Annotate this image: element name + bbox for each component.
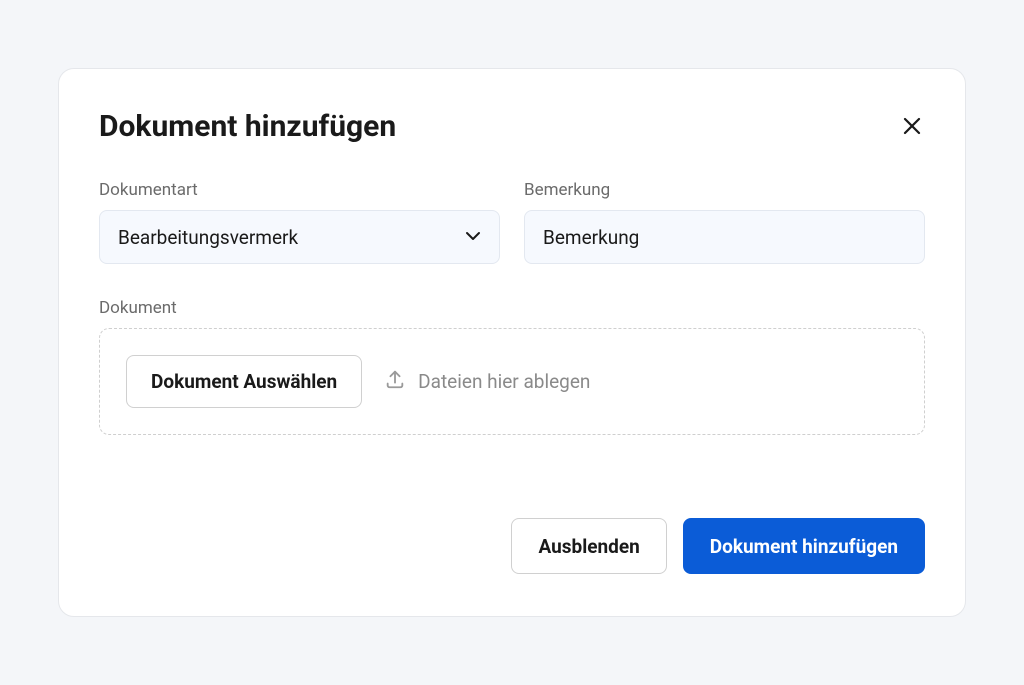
modal-footer: Ausblenden Dokument hinzufügen bbox=[99, 518, 925, 574]
cancel-button[interactable]: Ausblenden bbox=[511, 518, 666, 574]
document-upload-section: Dokument Dokument Auswählen Dateien hier… bbox=[99, 298, 925, 435]
document-type-select[interactable]: Bearbeitungsvermerk bbox=[99, 210, 500, 264]
modal-title: Dokument hinzufügen bbox=[99, 109, 396, 144]
chevron-down-icon bbox=[465, 229, 481, 245]
modal-header: Dokument hinzufügen bbox=[99, 109, 925, 144]
add-document-modal: Dokument hinzufügen Dokumentart Bearbeit… bbox=[58, 68, 966, 617]
document-type-select-wrapper: Bearbeitungsvermerk bbox=[99, 210, 500, 264]
upload-icon bbox=[384, 368, 406, 395]
upload-dropzone[interactable]: Dokument Auswählen Dateien hier ablegen bbox=[99, 328, 925, 435]
submit-button[interactable]: Dokument hinzufügen bbox=[683, 518, 925, 574]
remark-group: Bemerkung bbox=[524, 180, 925, 264]
close-button[interactable] bbox=[899, 111, 925, 143]
document-label: Dokument bbox=[99, 298, 925, 318]
remark-label: Bemerkung bbox=[524, 180, 925, 200]
upload-hint-text: Dateien hier ablegen bbox=[418, 370, 590, 393]
document-type-group: Dokumentart Bearbeitungsvermerk bbox=[99, 180, 500, 264]
remark-input[interactable] bbox=[524, 210, 925, 264]
upload-hint: Dateien hier ablegen bbox=[384, 368, 590, 395]
document-type-selected-value: Bearbeitungsvermerk bbox=[118, 226, 298, 249]
close-icon bbox=[903, 117, 921, 135]
choose-document-button[interactable]: Dokument Auswählen bbox=[126, 355, 362, 408]
document-type-label: Dokumentart bbox=[99, 180, 500, 200]
form-row: Dokumentart Bearbeitungsvermerk Bemerkun… bbox=[99, 180, 925, 264]
